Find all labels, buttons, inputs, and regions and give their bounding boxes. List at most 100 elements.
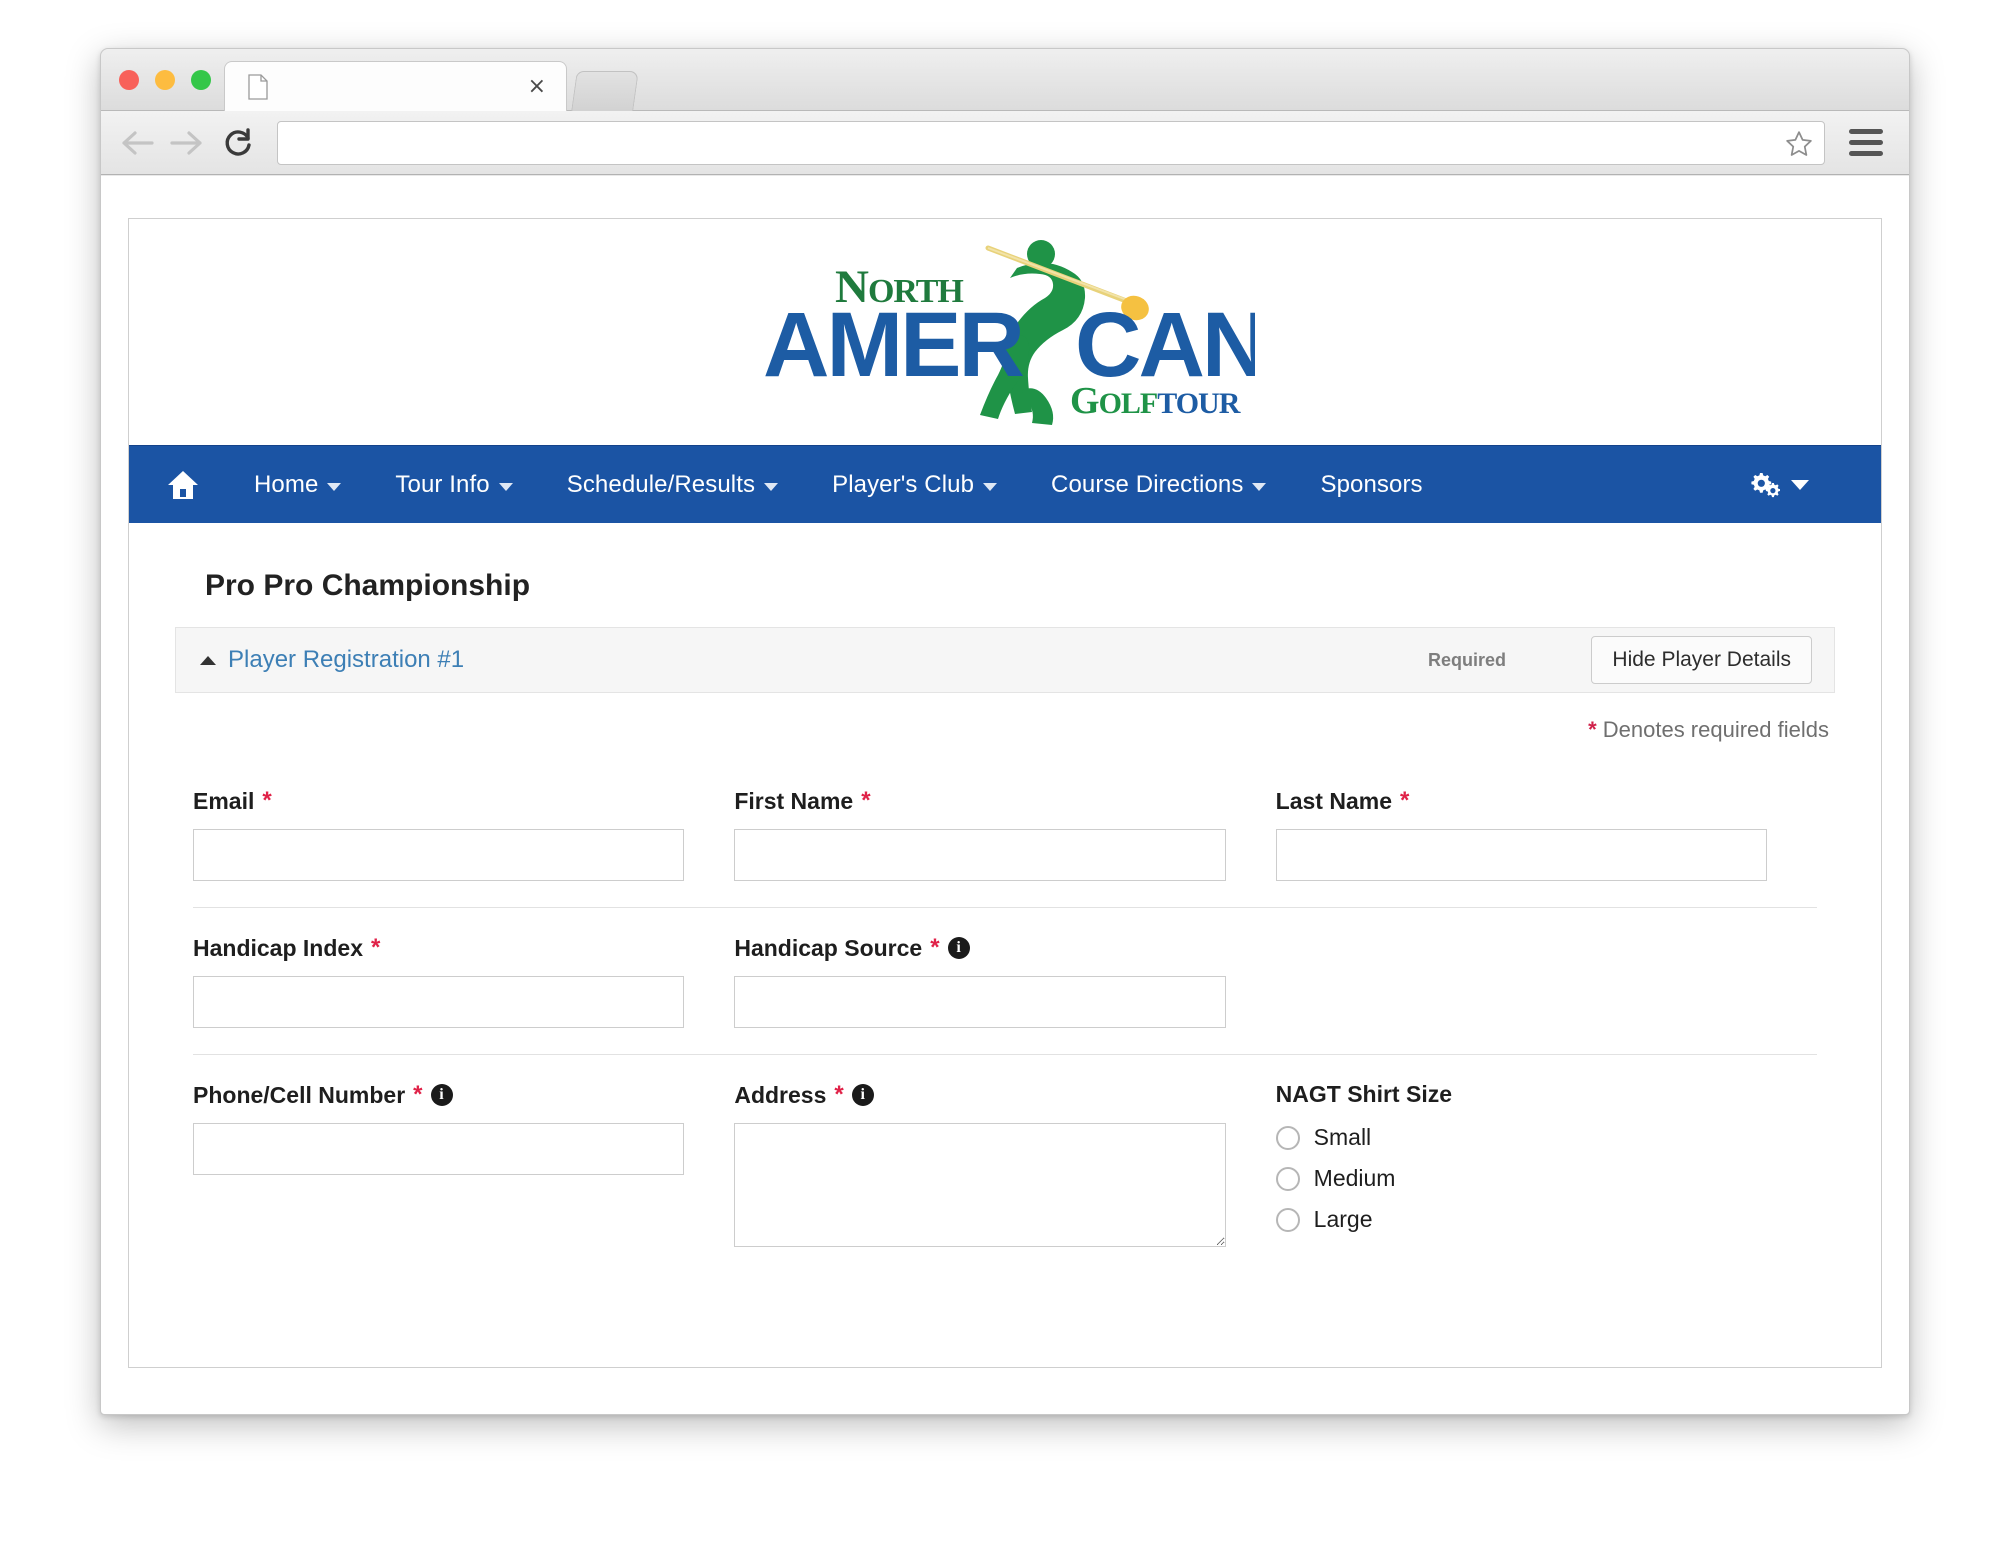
url-input[interactable]	[290, 131, 1812, 154]
chevron-down-icon	[1252, 482, 1267, 491]
denotes-required-text: Denotes required fields	[1596, 717, 1829, 742]
required-asterisk: *	[370, 934, 381, 961]
radio-label: Large	[1313, 1206, 1373, 1232]
reload-icon[interactable]	[215, 120, 261, 166]
shirt-size-option-large[interactable]: Large	[1275, 1206, 1767, 1233]
site-container: NORTH AMER CAN GOLFTOUR Home Tour Info S…	[128, 218, 1882, 1368]
nav-item-home[interactable]: Home	[227, 471, 368, 499]
field-label-text: Address	[734, 1081, 827, 1108]
svg-text:CAN: CAN	[1075, 294, 1255, 396]
field-handicap-index: Handicap Index *	[193, 934, 734, 1028]
radio-button[interactable]	[1275, 1125, 1300, 1150]
nav-item-sponsors[interactable]: Sponsors	[1293, 471, 1449, 499]
browser-tab-strip: ×	[101, 49, 1909, 111]
nav-home-button[interactable]	[157, 469, 209, 501]
handicap-source-input[interactable]	[734, 976, 1226, 1028]
field-label-text: Last Name	[1275, 787, 1392, 814]
page-title: Pro Pro Championship	[205, 569, 531, 602]
field-label: Phone/Cell Number * i	[193, 1081, 684, 1109]
denotes-required-note: * Denotes required fields	[175, 717, 1829, 743]
shirt-size-option-medium[interactable]: Medium	[1275, 1165, 1767, 1192]
nav-item-course-directions[interactable]: Course Directions	[1024, 471, 1293, 499]
nav-item-players-club[interactable]: Player's Club	[805, 471, 1024, 499]
field-phone: Phone/Cell Number * i	[193, 1081, 734, 1252]
nav-item-label: Course Directions	[1051, 470, 1244, 498]
email-input[interactable]	[193, 829, 685, 881]
browser-window: × NORTH AMER CAN GOLFTOUR Home Tour Info…	[100, 48, 1910, 1415]
field-label: Last Name *	[1276, 787, 1767, 815]
required-asterisk: *	[930, 934, 940, 961]
info-icon[interactable]: i	[430, 1084, 453, 1106]
svg-text:GOLFTOUR: GOLFTOUR	[1070, 380, 1241, 422]
field-shirt-size: NAGT Shirt Size Small Medium Large	[1275, 1081, 1817, 1252]
first-name-input[interactable]	[734, 829, 1226, 881]
shirt-size-option-small[interactable]: Small	[1275, 1124, 1767, 1151]
chevron-down-icon	[764, 482, 779, 491]
main-navigation: Home Tour Info Schedule/Results Player's…	[129, 445, 1881, 523]
nav-item-label: Schedule/Results	[566, 470, 756, 498]
nav-item-label: Tour Info	[395, 470, 490, 498]
chevron-down-icon	[498, 482, 513, 491]
phone-input[interactable]	[193, 1123, 685, 1175]
forward-arrow-icon[interactable]	[163, 120, 209, 166]
field-label: First Name *	[734, 787, 1225, 815]
field-label: Email *	[193, 787, 684, 815]
browser-tab[interactable]: ×	[224, 61, 567, 111]
field-label-text: Email	[193, 787, 255, 814]
required-asterisk: *	[262, 787, 272, 814]
address-textarea[interactable]	[734, 1123, 1226, 1247]
page-viewport: NORTH AMER CAN GOLFTOUR Home Tour Info S…	[101, 176, 1909, 1414]
form-row-handicap: Handicap Index * Handicap Source * i	[193, 907, 1817, 1054]
required-asterisk: *	[413, 1081, 423, 1108]
browser-toolbar	[101, 111, 1909, 175]
form-row-names: Email * First Name * Last Name *	[193, 787, 1817, 907]
field-handicap-source: Handicap Source * i	[734, 934, 1275, 1028]
field-label: Handicap Index *	[193, 934, 684, 962]
north-american-golf-tour-logo: NORTH AMER CAN GOLFTOUR	[763, 239, 1255, 425]
minimize-window-button[interactable]	[155, 70, 175, 90]
chevron-down-icon	[983, 482, 998, 491]
handicap-index-input[interactable]	[193, 976, 685, 1028]
nav-item-label: Player's Club	[832, 470, 975, 498]
radio-button[interactable]	[1275, 1166, 1300, 1191]
page-favicon-icon	[248, 74, 268, 100]
required-asterisk: *	[1588, 717, 1597, 742]
site-header: NORTH AMER CAN GOLFTOUR	[129, 219, 1881, 445]
page-content: Pro Pro Championship Player Registration…	[129, 523, 1881, 1278]
required-asterisk: *	[861, 787, 871, 814]
svg-text:AMER: AMER	[763, 294, 1023, 396]
new-tab-button[interactable]	[571, 71, 639, 111]
window-controls	[119, 70, 211, 90]
field-label-text: First Name	[734, 787, 854, 814]
address-bar[interactable]	[277, 120, 1825, 165]
maximize-window-button[interactable]	[191, 70, 211, 90]
field-label-text: Phone/Cell Number	[193, 1081, 406, 1108]
field-spacer	[1276, 934, 1817, 1028]
info-icon[interactable]: i	[851, 1084, 874, 1106]
last-name-input[interactable]	[1275, 829, 1767, 881]
radio-label: Small	[1313, 1124, 1372, 1150]
field-label: Address * i	[734, 1081, 1225, 1109]
hamburger-menu-icon[interactable]	[1839, 129, 1893, 156]
nav-item-label: Home	[254, 470, 319, 498]
registration-form: Email * First Name * Last Name * Handica…	[175, 787, 1835, 1278]
required-asterisk: *	[834, 1081, 844, 1108]
form-row-contact: Phone/Cell Number * i Address * i NAGT S…	[193, 1054, 1817, 1278]
chevron-down-icon	[1791, 479, 1809, 490]
chevron-down-icon	[327, 482, 342, 491]
star-icon[interactable]	[1784, 129, 1814, 159]
field-first-name: First Name *	[734, 787, 1275, 881]
radio-button[interactable]	[1275, 1207, 1300, 1232]
back-arrow-icon[interactable]	[115, 120, 161, 166]
field-last-name: Last Name *	[1275, 787, 1817, 881]
player-registration-title[interactable]: Player Registration #1	[228, 646, 464, 674]
info-icon[interactable]: i	[947, 937, 970, 959]
close-tab-icon[interactable]: ×	[528, 75, 546, 99]
nav-item-tour-info[interactable]: Tour Info	[368, 471, 539, 499]
collapse-caret-up-icon[interactable]	[200, 655, 216, 665]
hide-player-details-button[interactable]: Hide Player Details	[1591, 636, 1812, 684]
nav-item-schedule-results[interactable]: Schedule/Results	[540, 471, 805, 499]
radio-label: Medium	[1313, 1165, 1396, 1191]
close-window-button[interactable]	[119, 70, 139, 90]
nav-settings-menu[interactable]	[1748, 470, 1809, 500]
